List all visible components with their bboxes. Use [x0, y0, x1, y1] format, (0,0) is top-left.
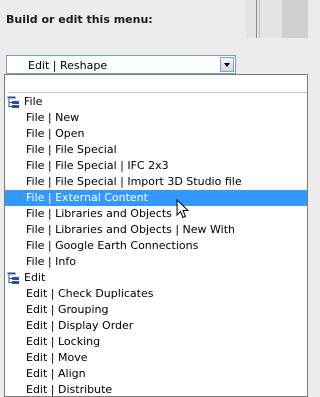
chevron-down-icon: [224, 63, 230, 67]
menu-item-label: Edit | Grouping: [26, 303, 109, 316]
menu-item-row[interactable]: Edit | Locking: [5, 334, 307, 350]
menu-item-row[interactable]: File | File Special | IFC 2x3: [5, 158, 307, 174]
menu-item-label: File | Open: [26, 127, 85, 140]
menu-item-label: File | Google Earth Connections: [26, 239, 199, 252]
menu-item-label: File | Info: [26, 255, 76, 268]
tree-icon: [7, 96, 19, 108]
combobox-value: Edit | Reshape: [28, 59, 108, 72]
menu-item-label: File | Libraries and Objects | New With: [26, 223, 236, 236]
menu-item-label: File | File Special | Import 3D Studio f…: [26, 175, 242, 188]
menu-item-label: Edit | Align: [26, 367, 86, 380]
menu-item-row[interactable]: Edit | Display Order: [5, 318, 307, 334]
menu-item-label: Edit | Locking: [26, 335, 101, 348]
menu-select-combobox[interactable]: Edit | Reshape: [6, 55, 236, 74]
menu-item-row[interactable]: Edit | Align: [5, 366, 307, 382]
menu-item-row[interactable]: File | Open: [5, 126, 307, 142]
menu-item-row[interactable]: File | Google Earth Connections: [5, 238, 307, 254]
dropdown-filter-row[interactable]: [7, 76, 307, 93]
menu-item-label: Edit | Distribute: [26, 383, 113, 396]
menu-item-row[interactable]: File | File Special | Import 3D Studio f…: [5, 174, 307, 190]
menu-group-row[interactable]: Edit: [5, 270, 307, 286]
menu-item-label: File | File Special | IFC 2x3: [26, 159, 169, 172]
menu-item-label: Edit | Check Duplicates: [26, 287, 154, 300]
background-window-edge: [246, 0, 308, 38]
menu-item-row[interactable]: File | Libraries and Objects: [5, 206, 307, 222]
menu-dropdown-list[interactable]: File File | New File | Open File | File Spe…: [4, 74, 308, 397]
menu-item-row[interactable]: Edit | Distribute: [5, 382, 307, 396]
menu-item-label: File | File Special: [26, 143, 117, 156]
menu-item-row[interactable]: Edit | Grouping: [5, 302, 307, 318]
menu-item-row[interactable]: File | New: [5, 110, 307, 126]
mouse-pointer-icon: [176, 199, 190, 219]
tree-icon: [7, 272, 19, 284]
menu-item-row[interactable]: File | Info: [5, 254, 307, 270]
menu-item-row[interactable]: File | File Special: [5, 142, 307, 158]
menu-item-row[interactable]: Edit | Check Duplicates: [5, 286, 307, 302]
menu-heading: Build or edit this menu:: [6, 13, 153, 26]
menu-item-label: File | Libraries and Objects: [26, 207, 172, 220]
menu-item-row[interactable]: File | Libraries and Objects | New With: [5, 222, 307, 238]
menu-item-label: Edit | Move: [26, 351, 88, 364]
menu-item-row[interactable]: File | External Content: [5, 190, 307, 206]
menu-item-row[interactable]: Edit | Move: [5, 350, 307, 366]
combobox-dropdown-button[interactable]: [220, 57, 234, 72]
menu-item-label: Edit | Display Order: [26, 319, 134, 332]
menu-item-label: File | New: [26, 111, 80, 124]
menu-group-row[interactable]: File: [5, 94, 307, 110]
menu-item-label: File | External Content: [26, 191, 148, 204]
